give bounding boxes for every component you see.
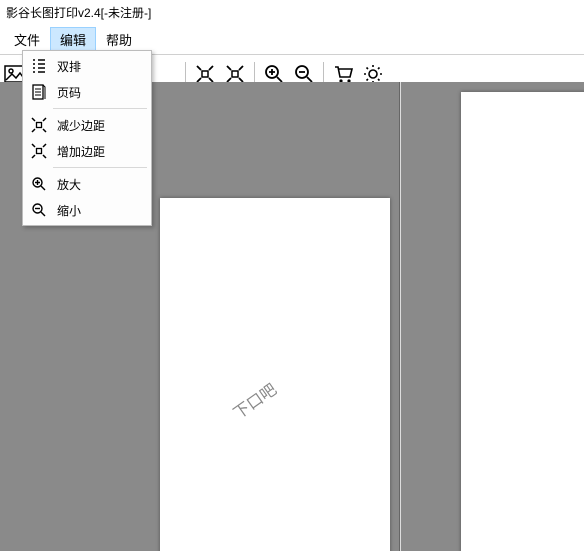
menu-item-zoom-in[interactable]: 放大	[25, 171, 149, 197]
menu-item-page-number[interactable]: 页码	[25, 79, 149, 105]
page-number-icon	[29, 83, 49, 101]
menu-item-double-column[interactable]: 双排	[25, 53, 149, 79]
window-title: 影谷长图打印v2.4[-未注册-]	[0, 0, 584, 25]
preview-panel-right	[400, 82, 584, 551]
menu-item-label: 缩小	[57, 202, 81, 219]
menu-separator	[53, 167, 147, 168]
menu-item-label: 页码	[57, 84, 81, 101]
zoom-out-icon	[29, 201, 49, 219]
expand-margin-icon	[29, 142, 49, 160]
columns-icon	[29, 57, 49, 75]
zoom-in-icon	[29, 175, 49, 193]
menu-item-label: 双排	[57, 58, 81, 75]
edit-dropdown: 双排 页码 减少边距 增加边距 放大 缩小	[22, 50, 152, 226]
menu-item-label: 减少边距	[57, 117, 105, 134]
menu-help[interactable]: 帮助	[96, 27, 142, 52]
menu-item-increase-margin[interactable]: 增加边距	[25, 138, 149, 164]
page-watermark: 下口吧	[227, 376, 280, 423]
menu-item-label: 放大	[57, 176, 81, 193]
page-preview[interactable]	[461, 92, 584, 551]
menu-file[interactable]: 文件	[4, 27, 50, 52]
shrink-margin-icon	[29, 116, 49, 134]
menu-separator	[53, 108, 147, 109]
menu-item-decrease-margin[interactable]: 减少边距	[25, 112, 149, 138]
page-preview[interactable]: 下口吧	[160, 198, 390, 551]
menu-item-zoom-out[interactable]: 缩小	[25, 197, 149, 223]
menu-item-label: 增加边距	[57, 143, 105, 160]
menu-edit[interactable]: 编辑	[50, 27, 96, 52]
